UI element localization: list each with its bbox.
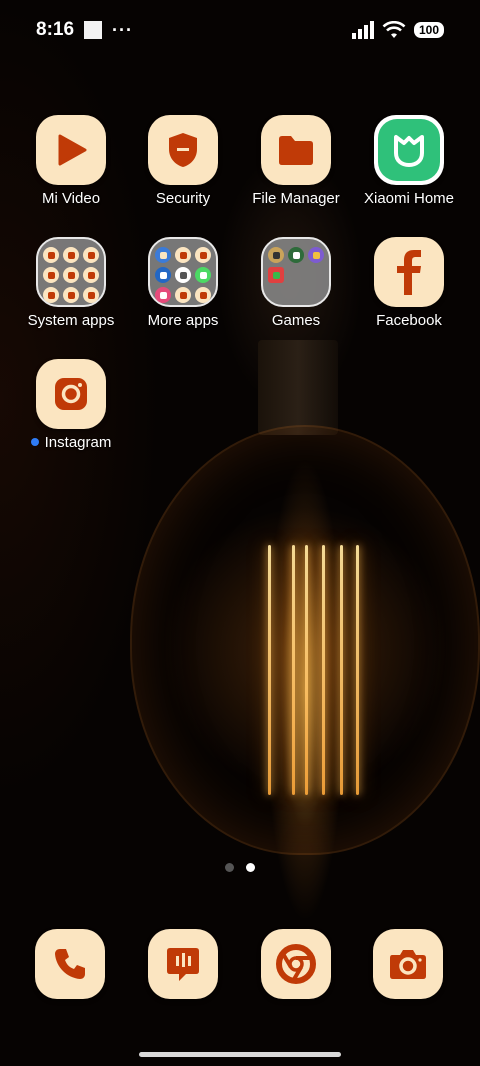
battery-indicator: 100 [413,22,444,38]
xiaomi-home-icon [374,115,444,185]
wallpaper-filament [292,545,295,795]
app-instagram[interactable]: Instagram [15,359,127,451]
home-gesture-bar[interactable] [139,1052,341,1057]
dock-messages[interactable] [148,929,218,999]
signal-icon [351,21,374,39]
wallpaper-filament [305,545,308,795]
app-facebook[interactable]: Facebook [353,237,465,329]
app-xiaomi-home[interactable]: Xiaomi Home [353,115,465,207]
page-dot-active[interactable] [246,863,255,872]
folder-grid-icon [36,237,106,307]
wallpaper-filament [268,545,271,795]
folder-more-apps[interactable]: More apps [127,237,239,329]
wallpaper-filament [356,545,359,795]
app-label: Mi Video [41,190,101,207]
more-notifications-icon: ··· [112,19,134,40]
folder-grid-icon [148,237,218,307]
dock-camera[interactable] [373,929,443,999]
app-mi-video[interactable]: Mi Video [15,115,127,207]
clock: 8:16 [36,19,75,40]
new-install-dot [30,438,39,446]
wifi-icon [382,21,406,38]
facebook-icon [374,237,444,307]
app-label: Security [155,190,211,207]
status-bar: 8:16 ··· 100 [0,0,480,60]
app-label: More apps [147,312,219,329]
dock-phone[interactable] [35,929,105,999]
folder-games[interactable]: Games [240,237,352,329]
app-label: Instagram [44,434,112,451]
folder-icon [261,115,331,185]
wallpaper-bulb-neck [258,340,338,435]
messages-icon [167,948,199,981]
app-file-manager[interactable]: File Manager [240,115,352,207]
notification-icon [84,21,103,39]
page-indicator[interactable] [0,863,480,872]
app-security[interactable]: Security [127,115,239,207]
shield-icon [148,115,218,185]
phone-icon [55,949,85,979]
camera-icon [390,950,426,979]
app-label: System apps [27,312,115,329]
wallpaper-filament [322,545,325,795]
play-icon [36,115,106,185]
dock-chrome[interactable] [261,929,331,999]
page-dot[interactable] [225,863,234,872]
wallpaper-filament [340,545,343,795]
chrome-icon [276,944,316,984]
instagram-icon [36,359,106,429]
folder-system-apps[interactable]: System apps [15,237,127,329]
app-label: Facebook [376,312,442,329]
folder-grid-icon [261,237,331,307]
app-label-row: Instagram [15,434,127,451]
app-label: Games [271,312,321,329]
app-label: File Manager [252,190,340,207]
app-label: Xiaomi Home [363,190,455,207]
